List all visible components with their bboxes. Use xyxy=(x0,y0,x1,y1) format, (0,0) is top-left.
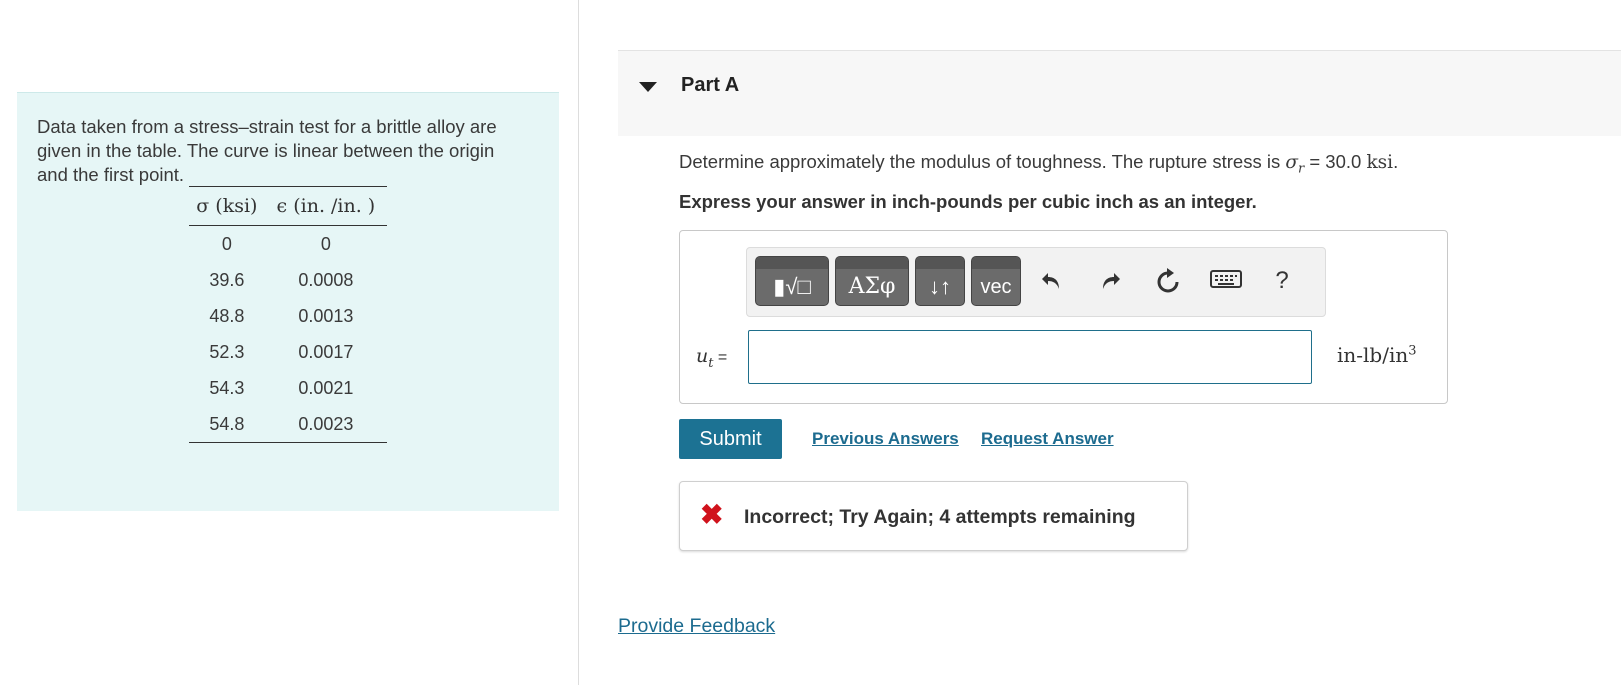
caret-down-icon[interactable] xyxy=(639,82,657,92)
question-unit: ksi xyxy=(1366,152,1394,173)
question-prefix: Determine approximately the modulus of t… xyxy=(679,151,1286,172)
answer-instruction: Express your answer in inch-pounds per c… xyxy=(679,191,1257,212)
provide-feedback-link[interactable]: Provide Feedback xyxy=(618,615,775,638)
table-row: 48.8 0.0013 xyxy=(189,298,387,334)
answer-variable-label: ut = xyxy=(696,345,728,371)
table-row: 52.3 0.0017 xyxy=(189,334,387,370)
x-icon: ✖ xyxy=(700,499,724,530)
header-strain: ϵ (in. /in. ) xyxy=(264,186,387,226)
sigma-symbol: σr xyxy=(1285,152,1305,177)
answer-units: in-lb/in3 xyxy=(1337,343,1417,367)
stress-strain-table: σ (ksi) ϵ (in. /in. ) 0 0 39.6 0.0008 48… xyxy=(189,186,387,443)
stress-cell: 48.8 xyxy=(209,305,245,326)
strain-cell: 0.0017 xyxy=(298,341,354,362)
greek-symbols-button[interactable]: ΑΣφ xyxy=(835,256,909,306)
part-title: Part A xyxy=(681,74,740,96)
table-row: 0 0 xyxy=(189,226,387,263)
arrows-button[interactable]: ↓↑ xyxy=(915,256,965,306)
keyboard-icon[interactable] xyxy=(1209,268,1243,294)
answer-input[interactable] xyxy=(748,330,1312,384)
problem-intro-text: Data taken from a stress–strain test for… xyxy=(37,116,497,185)
submit-button[interactable]: Submit xyxy=(679,419,782,459)
strain-cell: 0.0021 xyxy=(298,377,354,398)
answer-box: ▮√□ ΑΣφ ↓↑ vec ? ut = in-lb/in3 xyxy=(679,230,1448,404)
math-toolbar: ▮√□ ΑΣφ ↓↑ vec ? xyxy=(746,247,1326,317)
stress-cell: 0 xyxy=(221,233,232,254)
question-text: Determine approximately the modulus of t… xyxy=(679,151,1398,177)
strain-cell: 0.0008 xyxy=(298,269,354,290)
table-row: 54.8 0.0023 xyxy=(189,406,387,443)
stress-cell: 54.8 xyxy=(189,406,265,443)
request-answer-link[interactable]: Request Answer xyxy=(981,429,1114,449)
templates-button[interactable]: ▮√□ xyxy=(755,256,829,306)
table-row: 39.6 0.0008 xyxy=(189,262,387,298)
question-value: = 30.0 xyxy=(1304,151,1367,172)
table-row: 54.3 0.0021 xyxy=(189,370,387,406)
help-button[interactable]: ? xyxy=(1265,268,1299,294)
vector-button[interactable]: vec xyxy=(971,256,1021,306)
reset-icon[interactable] xyxy=(1151,268,1185,300)
feedback-box: ✖ Incorrect; Try Again; 4 attempts remai… xyxy=(679,481,1188,551)
stress-cell: 39.6 xyxy=(209,269,245,290)
strain-cell: 0.0023 xyxy=(264,406,387,443)
redo-icon[interactable] xyxy=(1093,268,1127,298)
feedback-message: Incorrect; Try Again; 4 attempts remaini… xyxy=(744,506,1136,528)
strain-cell: 0.0013 xyxy=(298,305,354,326)
undo-icon[interactable] xyxy=(1035,268,1069,298)
header-stress: σ (ksi) xyxy=(189,186,265,226)
problem-panel: Data taken from a stress–strain test for… xyxy=(17,92,559,511)
table-header-row: σ (ksi) ϵ (in. /in. ) xyxy=(189,186,387,226)
column-divider xyxy=(578,0,579,685)
strain-cell: 0 xyxy=(320,233,331,254)
question-suffix: . xyxy=(1393,151,1399,172)
previous-answers-link[interactable]: Previous Answers xyxy=(812,429,959,449)
stress-cell: 54.3 xyxy=(209,377,245,398)
part-header[interactable]: Part A xyxy=(618,50,1621,136)
stress-cell: 52.3 xyxy=(209,341,245,362)
